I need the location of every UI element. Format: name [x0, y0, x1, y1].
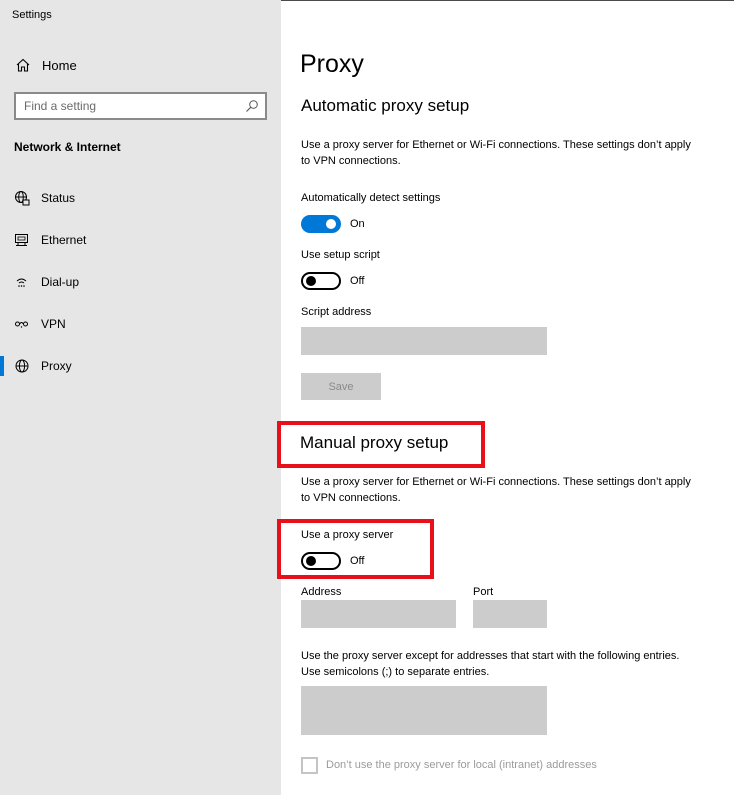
use-proxy-label: Use a proxy server	[301, 529, 394, 541]
exceptions-description: Use the proxy server except for addresse…	[301, 650, 680, 678]
detect-settings-label: Automatically detect settings	[301, 192, 441, 204]
section-title: Network & Internet	[14, 140, 121, 154]
sidebar-item-proxy[interactable]: Proxy	[0, 351, 281, 381]
detect-settings-toggle[interactable]	[301, 215, 341, 233]
sidebar-item-ethernet[interactable]: Ethernet	[0, 225, 281, 255]
sidebar-item-home[interactable]: Home	[0, 52, 281, 78]
sidebar-item-label: Dial-up	[41, 275, 80, 289]
vpn-icon	[14, 316, 30, 332]
sidebar: Settings Home Network & Internet Status …	[0, 0, 281, 795]
address-label: Address	[301, 586, 342, 598]
setup-script-label: Use setup script	[301, 249, 380, 261]
dial-up-icon	[14, 274, 30, 290]
use-proxy-state: Off	[350, 555, 365, 567]
app-title: Settings	[12, 9, 52, 21]
ethernet-icon	[14, 232, 30, 248]
sidebar-item-vpn[interactable]: VPN	[0, 309, 281, 339]
auto-proxy-description: Use a proxy server for Ethernet or Wi-Fi…	[301, 139, 691, 167]
page-title: Proxy	[300, 50, 364, 78]
use-proxy-toggle[interactable]	[301, 552, 341, 570]
port-input[interactable]	[473, 600, 547, 628]
sidebar-item-dial-up[interactable]: Dial-up	[0, 267, 281, 297]
search-input[interactable]	[24, 98, 234, 114]
port-label: Port	[473, 586, 494, 598]
sidebar-item-label: Ethernet	[41, 233, 87, 247]
sidebar-item-status[interactable]: Status	[0, 183, 281, 213]
toggle-knob	[326, 219, 336, 229]
script-address-label: Script address	[301, 306, 372, 318]
address-input[interactable]	[301, 600, 456, 628]
local-addresses-checkbox[interactable]	[301, 757, 318, 774]
manual-proxy-description: Use a proxy server for Ethernet or Wi-Fi…	[301, 476, 691, 504]
manual-proxy-heading: Manual proxy setup	[300, 433, 449, 452]
window-top-border	[281, 0, 734, 1]
sidebar-item-home-label: Home	[42, 58, 77, 73]
script-address-input[interactable]	[301, 327, 547, 355]
local-addresses-label: Don’t use the proxy server for local (in…	[326, 759, 597, 771]
search-icon[interactable]	[245, 99, 259, 113]
auto-proxy-heading: Automatic proxy setup	[301, 96, 470, 115]
setup-script-state: Off	[350, 275, 365, 287]
save-button[interactable]: Save	[301, 373, 381, 400]
globe-icon	[14, 358, 30, 374]
toggle-knob	[306, 276, 316, 286]
active-indicator	[0, 356, 4, 376]
exceptions-textarea[interactable]	[301, 686, 547, 735]
home-icon	[15, 57, 31, 73]
setup-script-toggle[interactable]	[301, 272, 341, 290]
toggle-knob	[306, 556, 316, 566]
globe-status-icon	[14, 190, 30, 206]
search-box[interactable]	[14, 92, 267, 120]
detect-settings-state: On	[350, 218, 365, 230]
sidebar-item-label: Proxy	[41, 359, 72, 373]
sidebar-item-label: Status	[41, 191, 76, 205]
sidebar-item-label: VPN	[41, 317, 66, 331]
